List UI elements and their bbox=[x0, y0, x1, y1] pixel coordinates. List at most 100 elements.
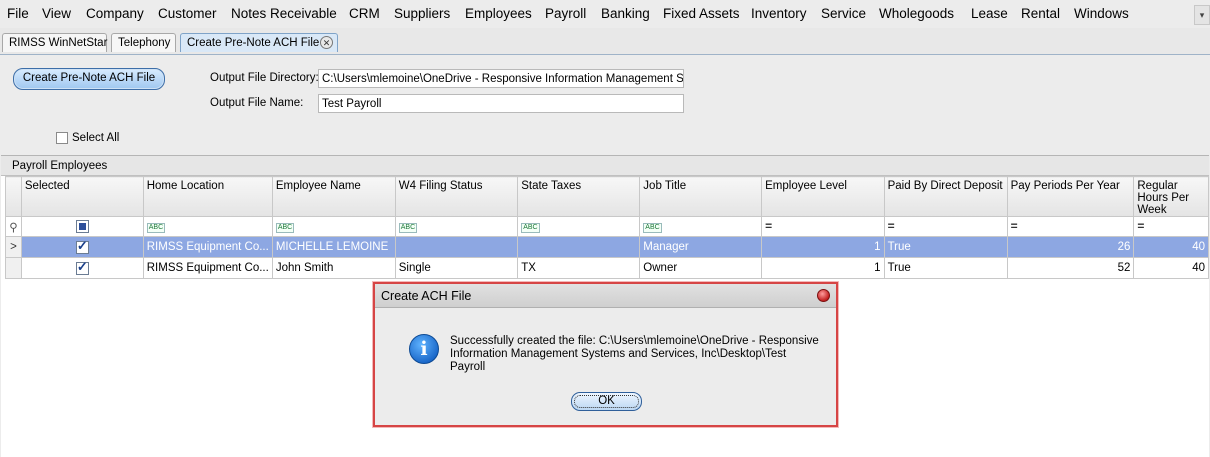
menu-wholegoods[interactable]: Wholegoods bbox=[879, 6, 954, 21]
text-filter-icon: ABC bbox=[643, 223, 662, 233]
cell-paid-by-direct-deposit[interactable]: True bbox=[883, 257, 1008, 279]
cell-state-taxes[interactable] bbox=[517, 236, 641, 258]
menu-crm[interactable]: CRM bbox=[349, 6, 380, 21]
filter-state-taxes[interactable]: ABC bbox=[517, 216, 641, 237]
row-selected-checkbox[interactable] bbox=[75, 238, 89, 254]
tab-create-pre-note-ach-file[interactable]: Create Pre-Note ACH File ✕ bbox=[180, 33, 338, 52]
column-header-selected[interactable]: Selected bbox=[20, 176, 144, 217]
ok-button[interactable]: OK bbox=[571, 392, 642, 411]
cell-selected[interactable] bbox=[20, 257, 144, 279]
tab-telephony[interactable]: Telephony bbox=[111, 33, 176, 52]
row-indicator bbox=[5, 257, 22, 279]
output-file-name-label: Output File Name: bbox=[210, 97, 304, 109]
filter-job-title[interactable]: ABC bbox=[639, 216, 763, 237]
column-header-home-location[interactable]: Home Location bbox=[142, 176, 273, 217]
cell-employee-name[interactable]: John Smith bbox=[271, 257, 396, 279]
output-directory-label: Output File Directory: bbox=[210, 72, 319, 84]
cell-employee-name[interactable]: MICHELLE LEMOINE bbox=[271, 236, 396, 258]
table-row[interactable]: RIMSS Equipment Co... John Smith Single … bbox=[5, 257, 1209, 279]
menu-company[interactable]: Company bbox=[86, 6, 144, 21]
filter-selected[interactable] bbox=[20, 216, 144, 237]
menu-service[interactable]: Service bbox=[821, 6, 866, 21]
tab-label: Create Pre-Note ACH File bbox=[187, 37, 320, 49]
document-tab-strip: RIMSS WinNetStar Telephony Create Pre-No… bbox=[0, 28, 1210, 55]
employees-table: Selected Home Location Employee Name W4 … bbox=[5, 176, 1209, 279]
filter-employee-name[interactable]: ABC bbox=[271, 216, 396, 237]
create-ach-file-dialog: Create ACH File i Successfully created t… bbox=[373, 282, 838, 427]
cell-pay-periods-per-year[interactable]: 26 bbox=[1006, 236, 1135, 258]
text-filter-icon: ABC bbox=[521, 223, 540, 233]
text-filter-icon: ABC bbox=[398, 223, 418, 233]
filter-employee-level[interactable]: = bbox=[761, 216, 885, 237]
dialog-title-text: Create ACH File bbox=[381, 289, 472, 303]
cell-selected[interactable] bbox=[20, 236, 144, 258]
menu-payroll[interactable]: Payroll bbox=[545, 6, 586, 21]
menu-windows[interactable]: Windows bbox=[1074, 6, 1129, 21]
cell-job-title[interactable]: Manager bbox=[639, 236, 763, 258]
select-all-label: Select All bbox=[72, 132, 120, 144]
tab-rimss-winnetstar[interactable]: RIMSS WinNetStar bbox=[2, 33, 107, 52]
row-selected-checkbox[interactable] bbox=[75, 259, 89, 275]
menu-notes-receivable[interactable]: Notes Receivable bbox=[231, 6, 337, 21]
filter-paid-by-direct-deposit[interactable]: = bbox=[883, 216, 1008, 237]
close-tab-icon[interactable]: ✕ bbox=[320, 36, 333, 49]
menu-scroll-button[interactable]: ▾ bbox=[1194, 5, 1210, 25]
column-header-regular-hours-per-week[interactable]: Regular Hours Per Week bbox=[1133, 176, 1209, 217]
dialog-title: Create ACH File bbox=[375, 284, 836, 308]
cell-employee-level[interactable]: 1 bbox=[761, 236, 885, 258]
cell-paid-by-direct-deposit[interactable]: True bbox=[883, 236, 1008, 258]
menu-bar: File View Company Customer Notes Receiva… bbox=[0, 0, 1210, 29]
create-pre-note-ach-file-button[interactable]: Create Pre-Note ACH File bbox=[13, 68, 165, 90]
information-icon: i bbox=[409, 334, 439, 364]
dialog-close-icon[interactable] bbox=[817, 289, 830, 302]
menu-suppliers[interactable]: Suppliers bbox=[394, 6, 450, 21]
filter-checkbox-icon[interactable] bbox=[75, 220, 89, 233]
menu-customer[interactable]: Customer bbox=[158, 6, 217, 21]
cell-regular-hours-per-week[interactable]: 40 bbox=[1133, 257, 1209, 279]
column-header-employee-level[interactable]: Employee Level bbox=[761, 176, 885, 217]
cell-job-title[interactable]: Owner bbox=[639, 257, 763, 279]
table-row[interactable]: > RIMSS Equipment Co... MICHELLE LEMOINE… bbox=[5, 236, 1209, 258]
menu-inventory[interactable]: Inventory bbox=[751, 6, 807, 21]
grid-caption: Payroll Employees bbox=[1, 156, 1209, 176]
menu-banking[interactable]: Banking bbox=[601, 6, 650, 21]
column-header-pay-periods-per-year[interactable]: Pay Periods Per Year bbox=[1006, 176, 1135, 217]
column-header-job-title[interactable]: Job Title bbox=[639, 176, 763, 217]
tab-label: Telephony bbox=[118, 37, 171, 49]
output-directory-input[interactable]: C:\Users\mlemoine\OneDrive - Responsive … bbox=[318, 69, 684, 88]
select-all-checkbox[interactable] bbox=[56, 132, 68, 144]
menu-lease[interactable]: Lease bbox=[971, 6, 1008, 21]
column-header-employee-name[interactable]: Employee Name bbox=[271, 176, 396, 217]
menu-rental[interactable]: Rental bbox=[1021, 6, 1060, 21]
menu-fixed-assets[interactable]: Fixed Assets bbox=[663, 6, 740, 21]
equals-filter-icon: = bbox=[1010, 218, 1018, 233]
cell-w4-filing-status[interactable]: Single bbox=[394, 257, 519, 279]
filter-row-icon[interactable]: ⚲ bbox=[5, 216, 22, 237]
text-filter-icon: ABC bbox=[146, 223, 166, 233]
cell-pay-periods-per-year[interactable]: 52 bbox=[1006, 257, 1135, 279]
current-row-indicator: > bbox=[5, 236, 22, 258]
cell-home-location[interactable]: RIMSS Equipment Co... bbox=[142, 236, 273, 258]
cell-home-location[interactable]: RIMSS Equipment Co... bbox=[142, 257, 273, 279]
menu-employees[interactable]: Employees bbox=[465, 6, 532, 21]
equals-filter-icon: = bbox=[1137, 218, 1145, 233]
output-file-name-input[interactable]: Test Payroll bbox=[318, 94, 684, 113]
cell-state-taxes[interactable]: TX bbox=[517, 257, 641, 279]
filter-regular-hours-per-week[interactable]: = bbox=[1133, 216, 1209, 237]
dialog-message: Successfully created the file: C:\Users\… bbox=[450, 335, 819, 373]
cell-regular-hours-per-week[interactable]: 40 bbox=[1133, 236, 1209, 258]
row-indicator-header bbox=[5, 176, 22, 217]
cell-employee-level[interactable]: 1 bbox=[761, 257, 885, 279]
menu-file[interactable]: File bbox=[7, 6, 29, 21]
column-header-paid-by-direct-deposit[interactable]: Paid By Direct Deposit bbox=[883, 176, 1008, 217]
equals-filter-icon: = bbox=[765, 218, 773, 233]
filter-home-location[interactable]: ABC bbox=[142, 216, 273, 237]
equals-filter-icon: = bbox=[887, 218, 895, 233]
menu-view[interactable]: View bbox=[42, 6, 71, 21]
column-header-state-taxes[interactable]: State Taxes bbox=[517, 176, 641, 217]
text-filter-icon: ABC bbox=[275, 223, 295, 233]
filter-w4-filing-status[interactable]: ABC bbox=[394, 216, 519, 237]
filter-pay-periods-per-year[interactable]: = bbox=[1006, 216, 1135, 237]
cell-w4-filing-status[interactable] bbox=[394, 236, 519, 258]
column-header-w4-filing-status[interactable]: W4 Filing Status bbox=[394, 176, 519, 217]
